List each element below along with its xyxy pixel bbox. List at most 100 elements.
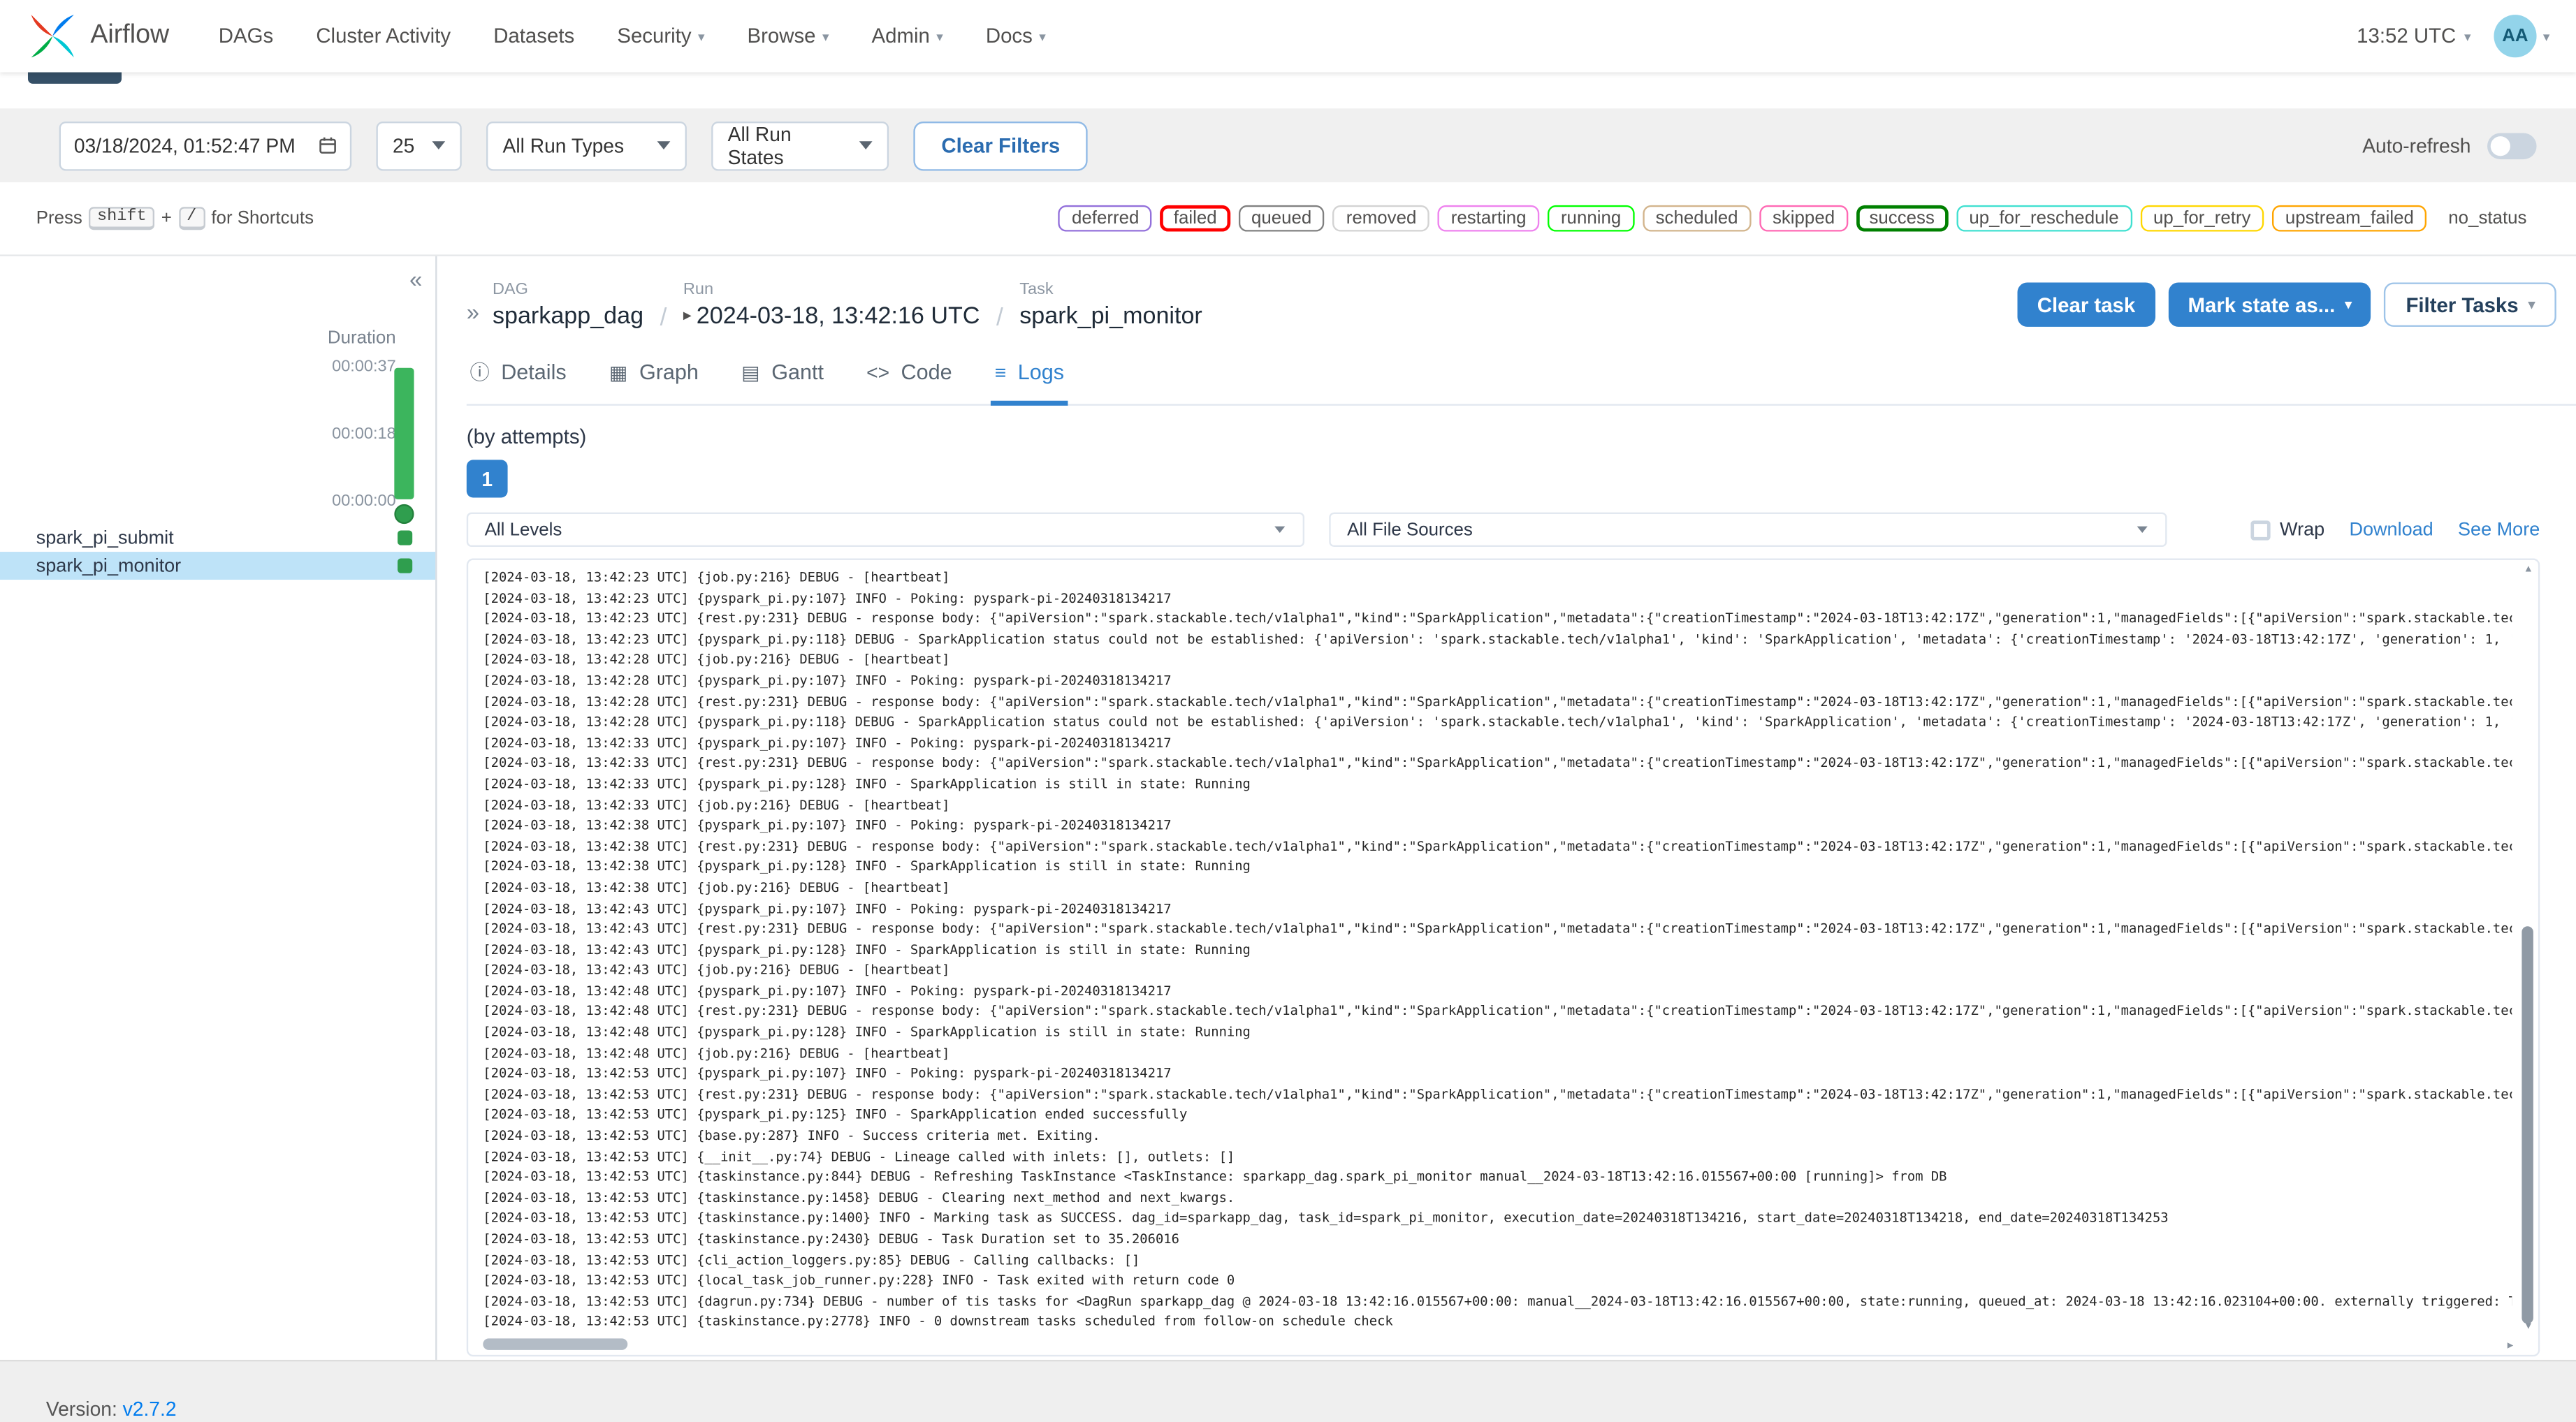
log-line: [2024-03-18, 13:42:38 UTC] {pyspark_pi.p… — [483, 818, 1172, 833]
tab-icon: ⓘ — [470, 361, 490, 385]
tab[interactable]: <> Code — [863, 343, 955, 405]
status-badge[interactable]: no_status — [2435, 205, 2540, 232]
airflow-logo[interactable]: Airflow — [27, 10, 169, 62]
base-date-value: 03/18/2024, 01:52:47 PM — [73, 133, 296, 157]
nav-item[interactable]: Admin ▾ — [872, 24, 943, 47]
axis-tick: 00:00:18 — [332, 425, 396, 444]
nav-item[interactable]: Datasets ▾ — [493, 24, 574, 47]
status-badge[interactable]: upstream_failed — [2272, 205, 2427, 232]
log-line: [2024-03-18, 13:42:23 UTC] {pyspark_pi.p… — [483, 590, 1172, 606]
breadcrumb-task[interactable]: spark_pi_monitor — [1019, 300, 1202, 333]
task-status-square[interactable] — [398, 558, 413, 573]
auto-refresh-label: Auto-refresh — [2362, 133, 2471, 157]
log-line: [2024-03-18, 13:42:53 UTC] {pyspark_pi.p… — [483, 1066, 1172, 1081]
status-badge[interactable]: success — [1856, 205, 1948, 232]
run-crumb-label: Run — [683, 281, 714, 299]
expand-panel-icon[interactable]: » — [467, 299, 479, 325]
status-badge[interactable]: queued — [1238, 205, 1325, 232]
chevron-down-icon: ▾ — [822, 29, 829, 44]
file-source-select[interactable]: All File Sources — [1329, 512, 2167, 548]
vertical-scrollbar-thumb[interactable] — [2522, 925, 2533, 1324]
status-badge[interactable]: up_for_retry — [2140, 205, 2264, 232]
chevron-down-icon: ▾ — [936, 29, 943, 44]
tab[interactable]: ▤ Gantt — [738, 343, 827, 405]
status-badge[interactable]: restarting — [1437, 205, 1540, 232]
log-line: [2024-03-18, 13:42:53 UTC] {rest.py:231}… — [483, 1087, 2512, 1102]
clock-label: 13:52 UTC — [2357, 24, 2457, 48]
log-line: [2024-03-18, 13:42:48 UTC] {job.py:216} … — [483, 1046, 950, 1061]
log-line: [2024-03-18, 13:42:48 UTC] {pyspark_pi.p… — [483, 983, 1172, 999]
horizontal-scrollbar-thumb[interactable] — [483, 1338, 628, 1350]
clear-task-button[interactable]: Clear task — [2017, 282, 2155, 327]
wrap-checkbox[interactable]: Wrap — [2250, 520, 2324, 540]
collapse-panel-button[interactable]: « — [409, 266, 422, 293]
see-more-link[interactable]: See More — [2458, 520, 2540, 539]
dag-run-duration-bar[interactable] — [394, 367, 414, 499]
auto-refresh-toggle[interactable] — [2487, 132, 2537, 159]
log-line: [2024-03-18, 13:42:28 UTC] {rest.py:231}… — [483, 694, 2512, 709]
scroll-down-arrow[interactable]: ▼ — [2524, 1322, 2533, 1332]
clear-filters-button[interactable]: Clear Filters — [913, 120, 1089, 170]
attempt-1-button[interactable]: 1 — [466, 460, 508, 498]
clipped-button[interactable] — [27, 72, 122, 84]
chevron-down-icon — [2137, 526, 2148, 534]
run-states-select[interactable]: All Run States — [711, 120, 889, 170]
chevron-down-icon — [432, 141, 446, 149]
filter-tasks-button[interactable]: Filter Tasks ▾ — [2384, 282, 2556, 327]
chevron-down-icon: ▾ — [2464, 29, 2471, 44]
page-size-select[interactable]: 25 — [376, 120, 462, 170]
detail-tabs: ⓘ Details ▦ Graph ▤ Gantt <> Code ≡ Logs — [466, 343, 2576, 406]
duration-axis-label: Duration — [327, 328, 396, 349]
timezone-selector[interactable]: 13:52 UTC ▾ — [2357, 24, 2471, 47]
status-badge[interactable]: up_for_reschedule — [1956, 205, 2132, 232]
nav-item[interactable]: Docs ▾ — [986, 24, 1046, 47]
task-status-square[interactable] — [398, 530, 413, 545]
user-menu[interactable]: AA ▾ — [2494, 15, 2549, 58]
log-level-select[interactable]: All Levels — [466, 512, 1305, 548]
nav-item[interactable]: Cluster Activity ▾ — [316, 24, 451, 47]
breadcrumb-run[interactable]: ▸ 2024-03-18, 13:42:16 UTC — [683, 300, 980, 333]
run-types-select[interactable]: All Run Types — [486, 120, 687, 170]
footer: Version: v2.7.2 — [0, 1359, 2576, 1422]
dag-run-status-dot[interactable] — [394, 504, 414, 525]
header-gap — [0, 72, 2576, 109]
panel-resizer[interactable] — [437, 256, 445, 1360]
task-row[interactable]: spark_pi_submit — [0, 524, 435, 552]
log-line: [2024-03-18, 13:42:48 UTC] {rest.py:231}… — [483, 1004, 2512, 1019]
mark-state-button[interactable]: Mark state as... ▾ — [2168, 282, 2372, 327]
task-row[interactable]: spark_pi_monitor — [0, 552, 436, 580]
log-line: [2024-03-18, 13:42:53 UTC] {dagrun.py:73… — [483, 1293, 2512, 1309]
tab-icon: ▤ — [741, 360, 760, 384]
base-date-input[interactable]: 03/18/2024, 01:52:47 PM — [59, 120, 352, 170]
nav-item[interactable]: DAGs ▾ — [219, 24, 273, 47]
nav-item[interactable]: Security ▾ — [617, 24, 704, 47]
download-link[interactable]: Download — [2349, 520, 2433, 539]
status-badge[interactable]: running — [1548, 205, 1635, 232]
status-badge[interactable]: scheduled — [1642, 205, 1752, 232]
tab[interactable]: ⓘ Details — [467, 343, 570, 405]
log-line: [2024-03-18, 13:42:23 UTC] {job.py:216} … — [483, 569, 950, 585]
log-line: [2024-03-18, 13:42:43 UTC] {job.py:216} … — [483, 962, 950, 978]
version-label: Version: — [45, 1398, 117, 1421]
version-link[interactable]: v2.7.2 — [123, 1398, 177, 1421]
nav-item[interactable]: Browse ▾ — [748, 24, 829, 47]
status-legend: deferred failed queued removed restarting run… — [1058, 205, 2540, 232]
status-badge[interactable]: failed — [1160, 205, 1230, 232]
status-badge[interactable]: skipped — [1759, 205, 1848, 232]
log-line: [2024-03-18, 13:42:53 UTC] {local_task_j… — [483, 1273, 1235, 1288]
task-list: spark_pi_submit spark_pi_monitor — [0, 524, 436, 580]
status-badge[interactable]: removed — [1332, 205, 1430, 232]
tab[interactable]: ▦ Graph — [606, 343, 702, 405]
log-line: [2024-03-18, 13:42:38 UTC] {job.py:216} … — [483, 880, 950, 895]
checkbox-icon — [2250, 520, 2270, 540]
status-badge[interactable]: deferred — [1058, 205, 1153, 232]
breadcrumb-dag[interactable]: sparkapp_dag — [493, 300, 643, 333]
scroll-up-arrow[interactable]: ▲ — [2524, 565, 2533, 575]
log-viewer[interactable]: [2024-03-18, 13:42:23 UTC] {job.py:216} … — [466, 558, 2540, 1357]
tab[interactable]: ≡ Logs — [991, 343, 1068, 406]
scroll-right-arrow[interactable]: ► — [2505, 1342, 2515, 1351]
log-line: [2024-03-18, 13:42:28 UTC] {pyspark_pi.p… — [483, 714, 2512, 730]
shift-key: shift — [89, 207, 155, 230]
airflow-pinwheel-icon — [31, 15, 74, 58]
main-nav: DAGs ▾ Cluster Activity ▾ Datasets ▾ Sec… — [219, 24, 1046, 47]
